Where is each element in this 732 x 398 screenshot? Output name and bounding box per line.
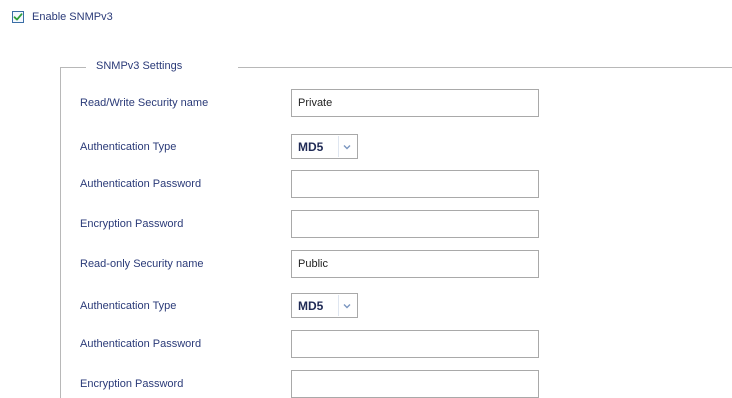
rw-auth-type-value: MD5 (298, 139, 324, 154)
rw-encryption-password-input[interactable] (291, 210, 539, 238)
rw-auth-password-label: Authentication Password (80, 178, 202, 190)
rw-security-name-input[interactable]: Private (291, 89, 539, 117)
ro-auth-password-row: Authentication Password (80, 330, 290, 358)
fieldset-border-left (60, 67, 61, 398)
ro-security-name-row: Read-only Security name (80, 250, 290, 278)
ro-auth-type-select[interactable]: MD5 (291, 293, 358, 318)
checkmark-icon (13, 13, 23, 21)
ro-security-name-input[interactable]: Public (291, 250, 539, 278)
ro-encryption-password-label: Encryption Password (80, 378, 184, 390)
rw-auth-type-row: Authentication Type (80, 133, 290, 161)
snmpv3-panel: Enable SNMPv3 SNMPv3 Settings Read/Write… (0, 0, 732, 398)
ro-encryption-password-row: Encryption Password (80, 370, 290, 398)
ro-auth-type-label: Authentication Type (80, 300, 177, 312)
fieldset-border-top-left (60, 67, 86, 68)
ro-security-name-label: Read-only Security name (80, 258, 204, 270)
rw-encryption-password-label: Encryption Password (80, 218, 184, 230)
ro-auth-type-value: MD5 (298, 298, 324, 313)
rw-encryption-password-row: Encryption Password (80, 210, 290, 238)
rw-auth-password-input[interactable] (291, 170, 539, 198)
rw-auth-password-row: Authentication Password (80, 170, 290, 198)
chevron-down-icon[interactable] (338, 136, 355, 157)
snmpv3-settings-legend: SNMPv3 Settings (96, 60, 183, 72)
enable-snmpv3-label: Enable SNMPv3 (32, 11, 113, 23)
rw-auth-type-label: Authentication Type (80, 141, 177, 153)
rw-security-name-row: Read/Write Security name (80, 89, 290, 117)
ro-auth-type-row: Authentication Type (80, 292, 290, 320)
enable-snmpv3-checkbox[interactable] (12, 11, 24, 23)
fieldset-border-top-right (238, 67, 732, 68)
ro-auth-password-label: Authentication Password (80, 338, 202, 350)
enable-snmpv3-row: Enable SNMPv3 (12, 11, 113, 23)
rw-security-name-label: Read/Write Security name (80, 97, 209, 109)
ro-auth-password-input[interactable] (291, 330, 539, 358)
ro-encryption-password-input[interactable] (291, 370, 539, 398)
chevron-down-icon[interactable] (338, 295, 355, 316)
rw-auth-type-select[interactable]: MD5 (291, 134, 358, 159)
